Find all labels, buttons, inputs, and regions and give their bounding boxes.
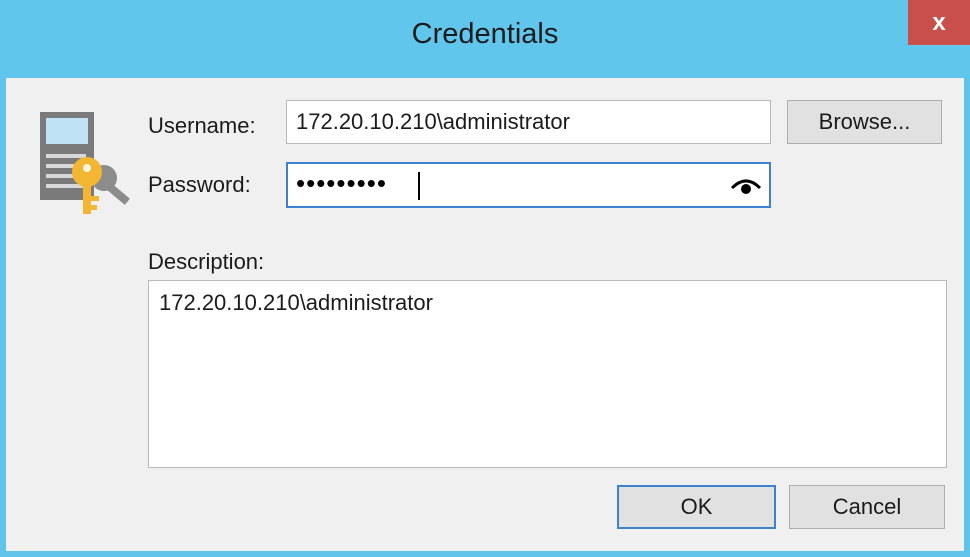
username-field[interactable]: 172.20.10.210\administrator <box>286 100 771 144</box>
window-title: Credentials <box>411 18 559 50</box>
close-button[interactable]: x <box>908 0 970 45</box>
close-icon: x <box>932 8 946 36</box>
password-field[interactable]: ••••••••• <box>286 162 771 208</box>
username-label: Username: <box>148 113 256 138</box>
eye-icon[interactable] <box>730 174 762 196</box>
description-label: Description: <box>148 249 265 274</box>
password-label: Password: <box>148 172 251 197</box>
browse-button[interactable]: Browse... <box>787 100 942 144</box>
text-caret <box>418 172 420 200</box>
cancel-button[interactable]: Cancel <box>789 485 945 529</box>
ok-button[interactable]: OK <box>617 485 776 529</box>
credentials-key-icon <box>40 112 130 214</box>
password-mask: ••••••••• <box>296 168 387 198</box>
description-field[interactable]: 172.20.10.210\administrator <box>148 280 947 468</box>
title-bar: Credentials x <box>0 0 970 78</box>
